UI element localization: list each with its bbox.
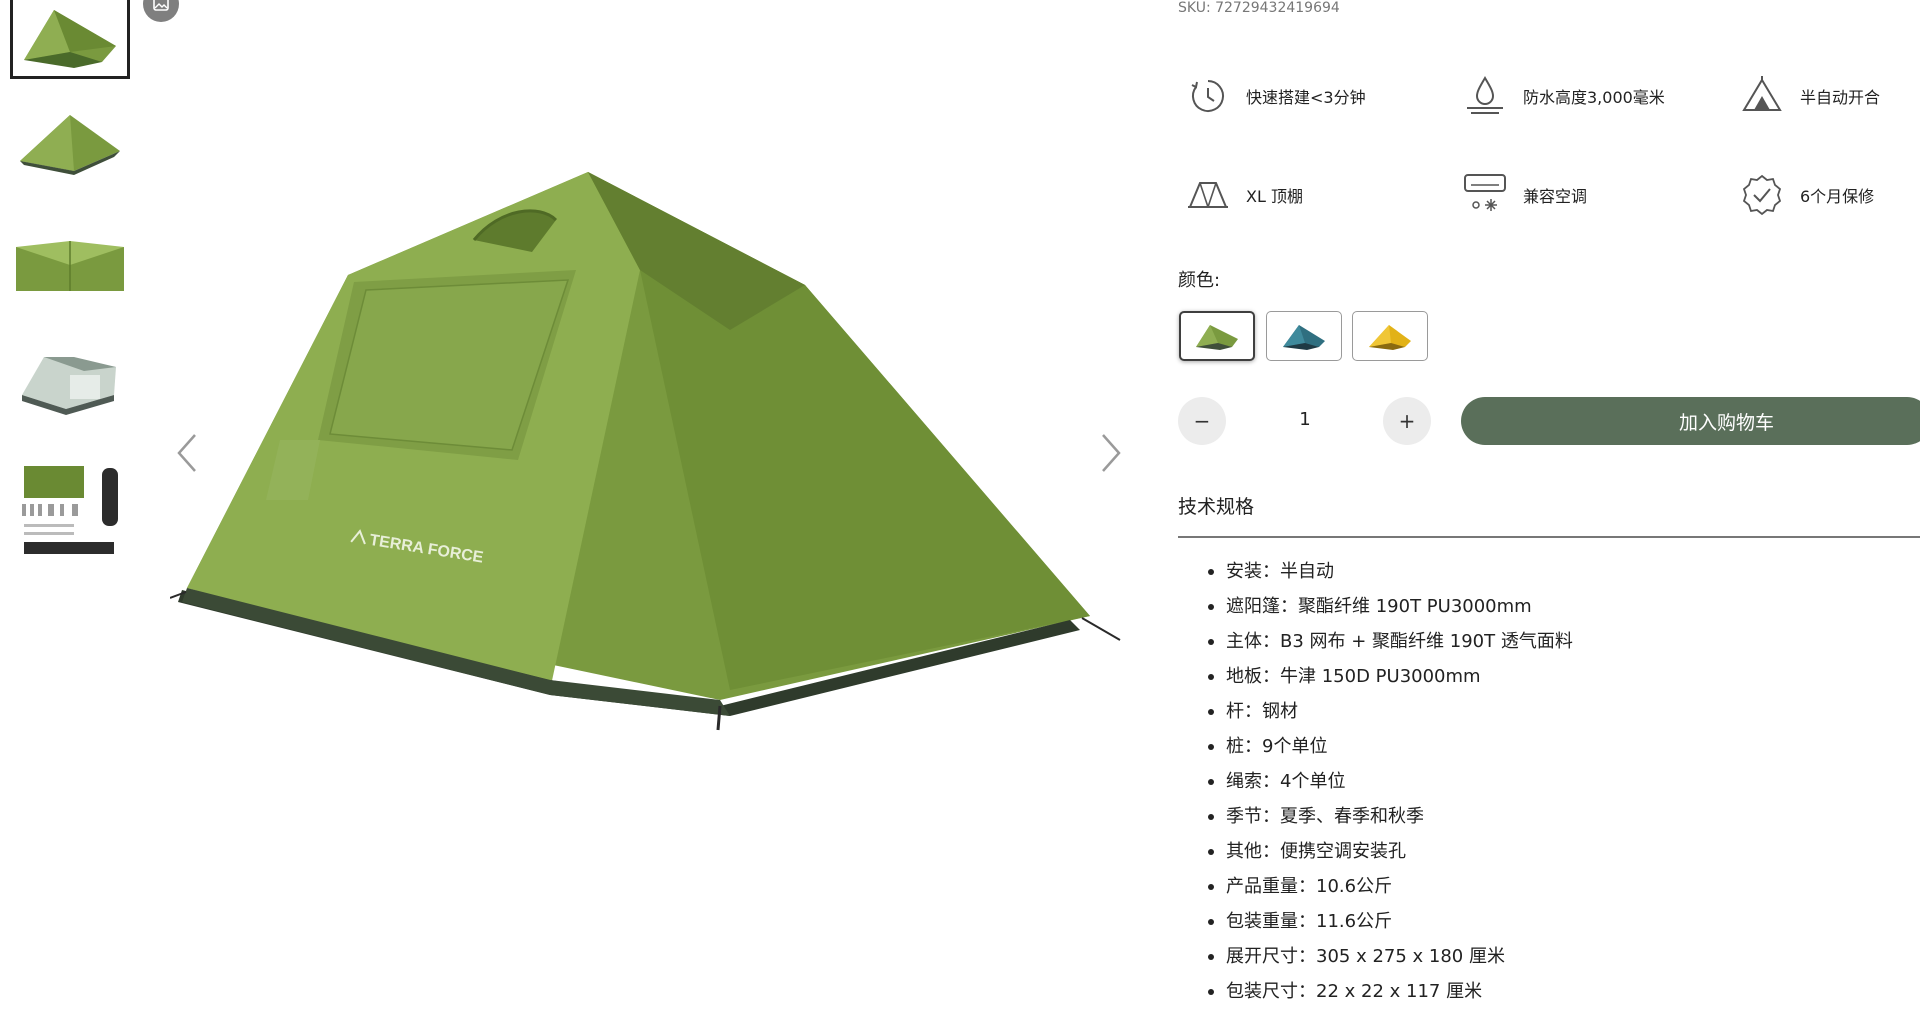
thumbnail-3[interactable] xyxy=(10,223,130,303)
tent-package-thumbnail-image xyxy=(22,466,118,554)
thumbnail-1[interactable] xyxy=(10,0,130,79)
spec-item: 主体：B3 网布 + 聚酯纤维 190T 透气面料 xyxy=(1178,624,1573,659)
quantity-decrease-button[interactable]: − xyxy=(1178,397,1226,445)
tent-icon xyxy=(1738,72,1786,120)
spec-item: 季节：夏季、春季和秋季 xyxy=(1178,799,1573,834)
tent-swatch-green-image xyxy=(1196,325,1238,350)
feature-label: 半自动开合 xyxy=(1800,88,1881,107)
spec-item: 地板：牛津 150D PU3000mm xyxy=(1178,659,1573,694)
color-label: 颜色: xyxy=(1178,270,1221,291)
air-conditioner-icon xyxy=(1461,171,1509,219)
feature-waterproof: 防水高度3,000毫米 xyxy=(1461,72,1665,120)
feature-label: XL 顶棚 xyxy=(1246,187,1303,206)
quantity-value[interactable]: 1 xyxy=(1290,409,1320,430)
water-drop-icon xyxy=(1461,72,1509,120)
spec-item: 遮阳篷：聚酯纤维 190T PU3000mm xyxy=(1178,589,1573,624)
color-swatch-blue[interactable] xyxy=(1266,311,1342,361)
feature-label: 兼容空调 xyxy=(1523,187,1588,206)
tent-swatch-yellow-image xyxy=(1369,325,1411,350)
next-image-button[interactable] xyxy=(1096,430,1126,476)
feature-ac-compatible: 兼容空调 xyxy=(1461,171,1587,219)
spec-list: 安装：半自动 遮阳篷：聚酯纤维 190T PU3000mm 主体：B3 网布 +… xyxy=(1178,554,1573,1009)
clock-icon xyxy=(1184,72,1232,120)
spec-item: 桩：9个单位 xyxy=(1178,729,1573,764)
feature-xl-canopy: XL 顶棚 xyxy=(1184,171,1303,219)
main-product-image: TERRA FORCE xyxy=(169,120,1260,740)
tent-front-thumbnail-image xyxy=(24,10,116,68)
product-sku: SKU: 72729432419694 xyxy=(1178,0,1340,16)
feature-semi-auto: 半自动开合 xyxy=(1738,72,1880,120)
tent-side-thumbnail-image xyxy=(20,115,120,175)
feature-label: 防水高度3,000毫米 xyxy=(1523,88,1665,107)
thumbnail-2[interactable] xyxy=(10,103,130,183)
color-swatch-yellow[interactable] xyxy=(1352,311,1428,361)
prev-image-button[interactable] xyxy=(172,430,202,476)
feature-quick-setup: 快速搭建<3分钟 xyxy=(1184,72,1366,120)
feature-label: 6个月保修 xyxy=(1800,187,1875,206)
add-to-cart-button[interactable]: 加入购物车 xyxy=(1461,397,1920,445)
tent-top-thumbnail-image xyxy=(16,241,124,291)
chevron-right-icon xyxy=(1102,434,1121,472)
spec-divider xyxy=(1178,536,1920,538)
color-swatch-green[interactable] xyxy=(1179,311,1255,361)
spec-item: 绳索：4个单位 xyxy=(1178,764,1573,799)
spec-item: 杆：钢材 xyxy=(1178,694,1573,729)
chevron-left-icon xyxy=(177,434,196,472)
tent-swatch-blue-image xyxy=(1283,325,1325,350)
feature-label: 快速搭建<3分钟 xyxy=(1246,88,1366,107)
thumbnail-5[interactable] xyxy=(10,460,130,564)
spec-item: 展开尺寸：305 x 275 x 180 厘米 xyxy=(1178,939,1573,974)
spec-item: 包装尺寸：22 x 22 x 117 厘米 xyxy=(1178,974,1573,1009)
canopy-icon xyxy=(1184,171,1232,219)
spec-item: 包装重量：11.6公斤 xyxy=(1178,904,1573,939)
spec-item: 安装：半自动 xyxy=(1178,554,1573,589)
zoom-image-button[interactable] xyxy=(143,0,179,22)
feature-warranty: 6个月保修 xyxy=(1738,171,1874,219)
spec-item: 产品重量：10.6公斤 xyxy=(1178,869,1573,904)
spec-section-title: 技术规格 xyxy=(1178,496,1255,518)
quantity-increase-button[interactable]: + xyxy=(1383,397,1431,445)
thumbnail-4[interactable] xyxy=(10,341,130,421)
image-icon xyxy=(153,0,169,11)
tent-inner-thumbnail-image xyxy=(22,357,116,415)
warranty-badge-icon xyxy=(1738,171,1786,219)
spec-item: 其他：便携空调安装孔 xyxy=(1178,834,1573,869)
